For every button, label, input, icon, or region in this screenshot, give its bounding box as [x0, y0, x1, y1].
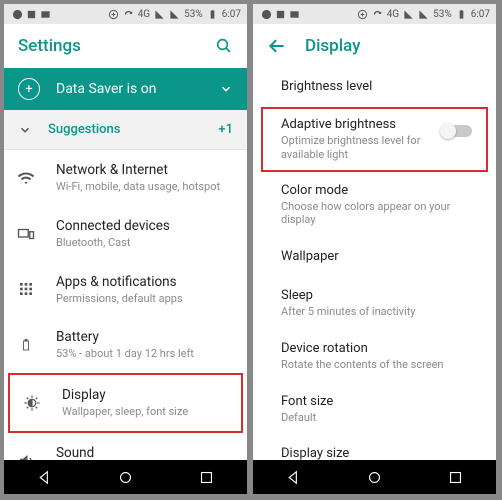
whatsapp-icon — [12, 9, 23, 20]
row-font-size[interactable]: Font size Default — [253, 383, 496, 436]
row-title: Display — [62, 387, 227, 403]
chevron-down-icon — [18, 123, 32, 137]
data-saver-banner-icon: + — [18, 78, 40, 100]
row-wallpaper[interactable]: Wallpaper — [253, 238, 496, 277]
data-saver-icon — [357, 9, 368, 20]
row-title: Battery — [56, 329, 233, 345]
row-sleep[interactable]: Sleep After 5 minutes of inactivity — [253, 277, 496, 330]
status-bar: 4G 53% 6:07 — [253, 4, 496, 24]
row-sub: 53% - about 1 day 12 hrs left — [56, 347, 233, 361]
banner-label: Data Saver is on — [56, 81, 156, 97]
display-icon — [22, 394, 42, 412]
signal-icon — [403, 9, 414, 20]
whatsapp-icon — [261, 9, 272, 20]
battery-icon — [207, 9, 218, 20]
row-sub: Default — [281, 411, 482, 425]
settings-list: Network & Internet Wi-Fi, mobile, data us… — [4, 150, 247, 460]
row-color-mode[interactable]: Color mode Choose how colors appear on y… — [253, 172, 496, 239]
back-arrow-icon[interactable] — [267, 36, 287, 56]
row-sub: Wi-Fi, mobile, data usage, hotspot — [56, 180, 233, 194]
home-icon[interactable] — [117, 469, 134, 486]
app-bar: Display — [253, 24, 496, 68]
data-saver-banner[interactable]: + Data Saver is on — [4, 68, 247, 110]
row-connected[interactable]: Connected devices Bluetooth, Cast — [4, 206, 247, 262]
back-icon[interactable] — [36, 469, 53, 486]
suggestions-label: Suggestions — [48, 122, 120, 137]
page-title: Settings — [18, 36, 81, 56]
app-icon — [26, 9, 37, 20]
status-bar: 4G 53% 6:07 — [4, 4, 247, 24]
row-title: Connected devices — [56, 218, 233, 234]
network-type: 4G — [138, 9, 150, 20]
row-sub: Choose how colors appear on your display — [281, 200, 482, 228]
row-title: Wallpaper — [281, 249, 482, 264]
signal-icon — [154, 9, 165, 20]
row-battery[interactable]: Battery 53% - about 1 day 12 hrs left — [4, 317, 247, 373]
image-icon — [289, 9, 300, 20]
image-icon — [40, 9, 51, 20]
row-sub: Rotate the contents of the screen — [281, 358, 482, 372]
battery-pct: 53% — [184, 9, 203, 20]
sync-icon — [123, 9, 134, 20]
row-title: Color mode — [281, 183, 482, 198]
row-display[interactable]: Display Wallpaper, sleep, font size — [8, 373, 243, 433]
suggestions-row[interactable]: Suggestions +1 — [4, 110, 247, 150]
app-bar: Settings — [4, 24, 247, 68]
suggestions-count: +1 — [218, 122, 233, 137]
page-title: Display — [305, 36, 360, 56]
battery-icon — [16, 336, 36, 354]
chevron-down-icon — [219, 82, 233, 96]
row-title: Apps & notifications — [56, 274, 233, 290]
display-list: Brightness level Adaptive brightness Opt… — [253, 68, 496, 460]
row-title: Brightness level — [281, 79, 482, 94]
app-icon — [275, 9, 286, 20]
recents-icon[interactable] — [198, 469, 215, 486]
adaptive-brightness-toggle[interactable] — [442, 125, 472, 137]
home-icon[interactable] — [366, 469, 383, 486]
row-adaptive-brightness[interactable]: Adaptive brightness Optimize brightness … — [261, 107, 488, 172]
row-display-size[interactable]: Display size Default — [253, 435, 496, 460]
row-sub: Optimize brightness level for available … — [281, 134, 431, 162]
recents-icon[interactable] — [447, 469, 464, 486]
row-title: Network & Internet — [56, 162, 233, 178]
row-sub: After 5 minutes of inactivity — [281, 305, 482, 319]
nav-bar — [253, 460, 496, 494]
battery-icon — [456, 9, 467, 20]
network-type: 4G — [387, 9, 399, 20]
clock: 6:07 — [471, 9, 490, 20]
wifi-icon — [16, 169, 36, 187]
row-title: Font size — [281, 394, 482, 409]
row-rotation[interactable]: Device rotation Rotate the contents of t… — [253, 330, 496, 383]
row-title: Device rotation — [281, 341, 482, 356]
row-title: Display size — [281, 446, 482, 460]
signal-icon-2 — [418, 9, 429, 20]
row-sub: Permissions, default apps — [56, 292, 233, 306]
battery-pct: 53% — [433, 9, 452, 20]
sound-icon — [16, 452, 36, 460]
back-icon[interactable] — [285, 469, 302, 486]
clock: 6:07 — [222, 9, 241, 20]
nav-bar — [4, 460, 247, 494]
sync-icon — [372, 9, 383, 20]
apps-icon — [16, 281, 36, 297]
row-title: Sound — [56, 445, 233, 460]
row-sound[interactable]: SoundVolume, vibration, Do Not Disturb — [4, 433, 247, 460]
devices-icon — [16, 225, 36, 243]
data-saver-icon — [108, 9, 119, 20]
row-sub: Bluetooth, Cast — [56, 236, 233, 250]
phone-display: 4G 53% 6:07 Display Brightness level Ada… — [253, 4, 496, 494]
row-apps[interactable]: Apps & notifications Permissions, default… — [4, 262, 247, 318]
row-sub: Wallpaper, sleep, font size — [62, 405, 227, 419]
phone-settings: 4G 53% 6:07 Settings + Data Saver is on … — [4, 4, 247, 494]
search-icon[interactable] — [215, 37, 233, 55]
signal-icon-2 — [169, 9, 180, 20]
row-brightness[interactable]: Brightness level — [253, 68, 496, 107]
row-network[interactable]: Network & Internet Wi-Fi, mobile, data us… — [4, 150, 247, 206]
row-title: Sleep — [281, 288, 482, 303]
